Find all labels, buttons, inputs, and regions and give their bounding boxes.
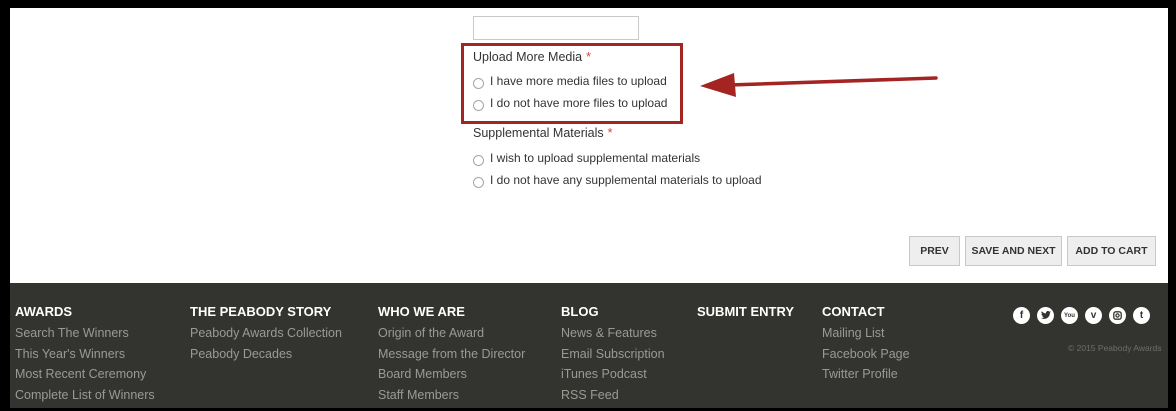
save-and-next-button[interactable]: SAVE AND NEXT	[965, 236, 1062, 266]
facebook-icon[interactable]: f	[1013, 307, 1030, 324]
annotation-arrow	[700, 73, 938, 97]
footer-column-blog: BLOG News & Features Email Subscription …	[561, 304, 665, 408]
footer-link[interactable]: Origin of the Award	[378, 326, 525, 347]
annotation-highlight-box	[461, 43, 683, 124]
footer-column-contact: CONTACT Mailing List Facebook Page Twitt…	[822, 304, 910, 388]
footer-link[interactable]: Twitter Profile	[822, 367, 910, 388]
radio-option-no-supplemental[interactable]: I do not have any supplemental materials…	[473, 171, 762, 188]
footer-link[interactable]: Peabody Awards Collection	[190, 326, 342, 347]
footer-link[interactable]: Board Members	[378, 367, 525, 388]
copyright-text: © 2015 Peabody Awards	[1068, 343, 1162, 353]
footer-link[interactable]: Facebook Page	[822, 347, 910, 368]
footer-link[interactable]: Peabody Decades	[190, 347, 342, 368]
footer-link[interactable]: iTunes Podcast	[561, 367, 665, 388]
footer-heading[interactable]: BLOG	[561, 304, 665, 320]
supplemental-materials-label: Supplemental Materials *	[473, 126, 613, 140]
instagram-icon[interactable]	[1109, 307, 1126, 324]
footer-heading[interactable]: AWARDS	[15, 304, 155, 320]
footer-column-submit-entry: SUBMIT ENTRY	[697, 304, 794, 326]
tumblr-icon[interactable]: t	[1133, 307, 1150, 324]
footer-link[interactable]: This Year's Winners	[15, 347, 155, 368]
footer-link[interactable]: RSS Feed	[561, 388, 665, 409]
footer-link[interactable]: Search The Winners	[15, 326, 155, 347]
text-input-field[interactable]	[473, 16, 639, 40]
prev-button[interactable]: PREV	[909, 236, 960, 266]
twitter-icon[interactable]	[1037, 307, 1054, 324]
footer-heading[interactable]: SUBMIT ENTRY	[697, 304, 794, 320]
add-to-cart-button[interactable]: ADD TO CART	[1067, 236, 1156, 266]
footer-heading[interactable]: CONTACT	[822, 304, 910, 320]
youtube-icon[interactable]: You	[1061, 307, 1078, 324]
footer-link[interactable]: Message from the Director	[378, 347, 525, 368]
radio-button[interactable]	[473, 155, 484, 166]
radio-button[interactable]	[473, 177, 484, 188]
footer-link[interactable]: News & Features	[561, 326, 665, 347]
radio-option-upload-supplemental[interactable]: I wish to upload supplemental materials	[473, 149, 700, 166]
page: Upload More Media * I have more media fil…	[10, 8, 1168, 408]
vimeo-icon[interactable]: v	[1085, 307, 1102, 324]
footer-link[interactable]: Complete List of Winners	[15, 388, 155, 409]
footer-heading[interactable]: WHO WE ARE	[378, 304, 525, 320]
site-footer: AWARDS Search The Winners This Year's Wi…	[10, 283, 1168, 408]
required-asterisk: *	[607, 126, 613, 140]
option-label: I wish to upload supplemental materials	[490, 150, 701, 165]
footer-column-awards: AWARDS Search The Winners This Year's Wi…	[15, 304, 155, 408]
footer-heading[interactable]: THE PEABODY STORY	[190, 304, 342, 320]
footer-link[interactable]: Staff Members	[378, 388, 525, 409]
social-icons: f You v t	[1013, 307, 1157, 324]
footer-link[interactable]: Most Recent Ceremony	[15, 367, 155, 388]
option-label: I do not have any supplemental materials…	[490, 172, 762, 187]
footer-column-who-we-are: WHO WE ARE Origin of the Award Message f…	[378, 304, 525, 408]
footer-link[interactable]: Mailing List	[822, 326, 910, 347]
footer-link[interactable]: Email Subscription	[561, 347, 665, 368]
supplemental-materials-label-text: Supplemental Materials	[473, 126, 604, 140]
footer-column-peabody-story: THE PEABODY STORY Peabody Awards Collect…	[190, 304, 342, 367]
